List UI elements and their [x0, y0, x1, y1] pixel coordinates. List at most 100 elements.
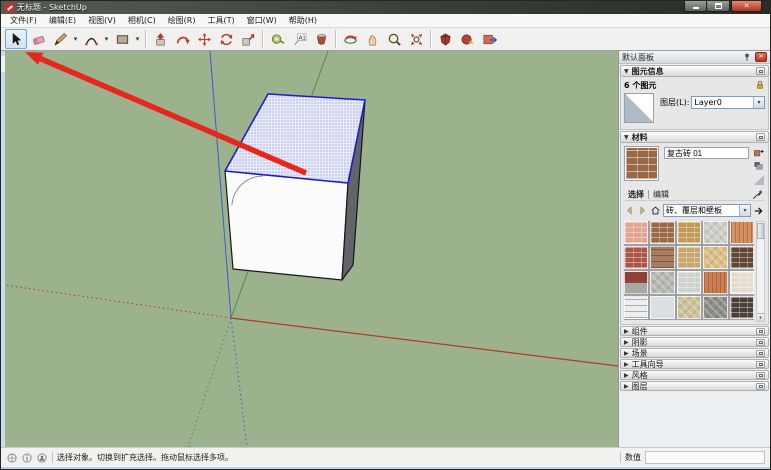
panel-options-button[interactable] — [756, 350, 765, 357]
menu-item[interactable]: 帮助(H) — [283, 14, 323, 27]
tray-close-button[interactable]: ✕ — [755, 52, 767, 62]
maximize-button[interactable] — [707, 1, 730, 12]
dropdown-arrow-icon[interactable]: ▾ — [71, 29, 80, 49]
tab-select[interactable]: 选择 — [624, 189, 648, 200]
collapsed-panel-bar[interactable]: ▶组件 — [620, 326, 769, 336]
collapsed-panels: ▶组件▶阴影▶场景▶工具向导▶风格▶图层 — [619, 325, 770, 391]
materials-header[interactable]: ▼ 材料 — [620, 131, 769, 143]
eyedropper-icon[interactable] — [752, 189, 763, 200]
material-swatch[interactable] — [624, 271, 648, 294]
panel-options-button[interactable] — [756, 372, 765, 379]
paint-bucket-tool-button[interactable] — [310, 29, 332, 49]
zoom-extents-tool-button[interactable] — [405, 29, 427, 49]
collapsed-panel-bar[interactable]: ▶场景 — [620, 348, 769, 358]
dropdown-arrow-icon[interactable]: ▾ — [133, 29, 142, 49]
share-model-button[interactable] — [456, 29, 478, 49]
material-swatch[interactable] — [677, 271, 701, 294]
material-swatch[interactable] — [730, 271, 754, 294]
lock-icon[interactable] — [755, 80, 765, 90]
measurements-input[interactable] — [645, 451, 765, 464]
material-swatch[interactable] — [650, 246, 674, 269]
chevron-down-icon[interactable]: ▾ — [753, 97, 764, 108]
minimize-button[interactable] — [684, 1, 707, 12]
arc-tool-button[interactable] — [80, 29, 102, 49]
tape-measure-tool-button[interactable] — [266, 29, 288, 49]
panel-options-button[interactable] — [756, 133, 765, 141]
material-swatch[interactable] — [703, 296, 727, 319]
collapsed-panel-bar[interactable]: ▶风格 — [620, 370, 769, 380]
collapsed-panel-bar[interactable]: ▶阴影 — [620, 337, 769, 347]
text-tool-button[interactable]: A1 — [288, 29, 310, 49]
dropdown-arrow-icon[interactable]: ▾ — [102, 29, 111, 49]
menu-item[interactable]: 窗口(W) — [241, 14, 283, 27]
material-name-input[interactable] — [664, 147, 749, 159]
scroll-down-icon[interactable]: ▾ — [757, 313, 764, 321]
collapsed-panel-bar[interactable]: ▶工具向导 — [620, 359, 769, 369]
menu-item[interactable]: 相机(C) — [122, 14, 162, 27]
chevron-down-icon[interactable]: ▾ — [739, 205, 750, 216]
menu-item[interactable]: 工具(T) — [202, 14, 241, 27]
create-material-icon[interactable] — [753, 147, 764, 158]
get-models-button[interactable] — [434, 29, 456, 49]
rectangle-tool-button[interactable] — [111, 29, 133, 49]
close-button[interactable]: ✕ — [731, 1, 762, 12]
material-swatch[interactable] — [730, 296, 754, 319]
panel-options-button[interactable] — [756, 361, 765, 368]
pan-tool-button[interactable] — [361, 29, 383, 49]
details-arrow-icon[interactable] — [753, 205, 765, 217]
pin-icon[interactable] — [742, 52, 752, 62]
material-swatch[interactable] — [703, 271, 727, 294]
material-swatch[interactable] — [703, 221, 727, 244]
material-swatch[interactable] — [703, 246, 727, 269]
scale-tool-button[interactable] — [237, 29, 259, 49]
material-category-dropdown[interactable]: 砖、覆层和壁板 ▾ — [663, 204, 751, 217]
tab-edit[interactable]: 编辑 — [649, 189, 673, 200]
material-swatch[interactable] — [677, 221, 701, 244]
collapsed-panel-label: 图层 — [632, 381, 756, 392]
layer-dropdown[interactable]: Layer0 ▾ — [691, 96, 765, 109]
swatch-scrollbar[interactable]: ▾ — [756, 221, 765, 322]
material-swatch[interactable] — [624, 221, 648, 244]
panel-options-button[interactable] — [756, 328, 765, 335]
eraser-tool-button[interactable] — [27, 29, 49, 49]
scrollbar-thumb[interactable] — [757, 223, 764, 239]
menu-item[interactable]: 文件(F) — [4, 14, 43, 27]
home-icon[interactable] — [650, 205, 661, 216]
orbit-tool-button[interactable] — [339, 29, 361, 49]
back-arrow-icon[interactable] — [624, 205, 635, 216]
entity-info-header[interactable]: ▼ 图元信息 — [620, 65, 769, 77]
line-tool-button[interactable] — [49, 29, 71, 49]
material-swatch[interactable] — [624, 246, 648, 269]
select-tool-button[interactable] — [5, 29, 27, 49]
forward-arrow-icon[interactable] — [637, 205, 648, 216]
menu-item[interactable]: 编辑(E) — [43, 14, 82, 27]
collapsed-panel-bar[interactable]: ▶图层 — [620, 381, 769, 391]
menu-item[interactable]: 绘图(R) — [162, 14, 202, 27]
material-swatch[interactable] — [730, 221, 754, 244]
cube-front-face[interactable] — [225, 171, 348, 280]
material-swatch[interactable] — [730, 246, 754, 269]
viewport[interactable] — [5, 51, 618, 447]
material-preview[interactable] — [625, 147, 658, 180]
panel-options-button[interactable] — [756, 339, 765, 346]
rotate-tool-button[interactable] — [215, 29, 237, 49]
menu-item[interactable]: 视图(V) — [82, 14, 122, 27]
panel-options-button[interactable] — [756, 383, 765, 390]
material-swatch[interactable] — [650, 271, 674, 294]
material-swatch[interactable] — [677, 246, 701, 269]
followme-tool-button[interactable] — [171, 29, 193, 49]
credits-icon[interactable] — [21, 452, 33, 464]
geolocation-icon[interactable] — [6, 452, 18, 464]
secondary-pane-icon[interactable] — [753, 160, 764, 171]
panel-options-button[interactable] — [756, 67, 765, 75]
arc-tool-icon — [84, 32, 99, 47]
material-swatch[interactable] — [677, 296, 701, 319]
share-component-button[interactable] — [478, 29, 500, 49]
move-tool-button[interactable] — [193, 29, 215, 49]
material-swatch[interactable] — [624, 296, 648, 319]
zoom-tool-button[interactable] — [383, 29, 405, 49]
material-swatch[interactable] — [650, 296, 674, 319]
signin-icon[interactable] — [36, 452, 48, 464]
material-swatch[interactable] — [650, 221, 674, 244]
pushpull-tool-button[interactable] — [149, 29, 171, 49]
